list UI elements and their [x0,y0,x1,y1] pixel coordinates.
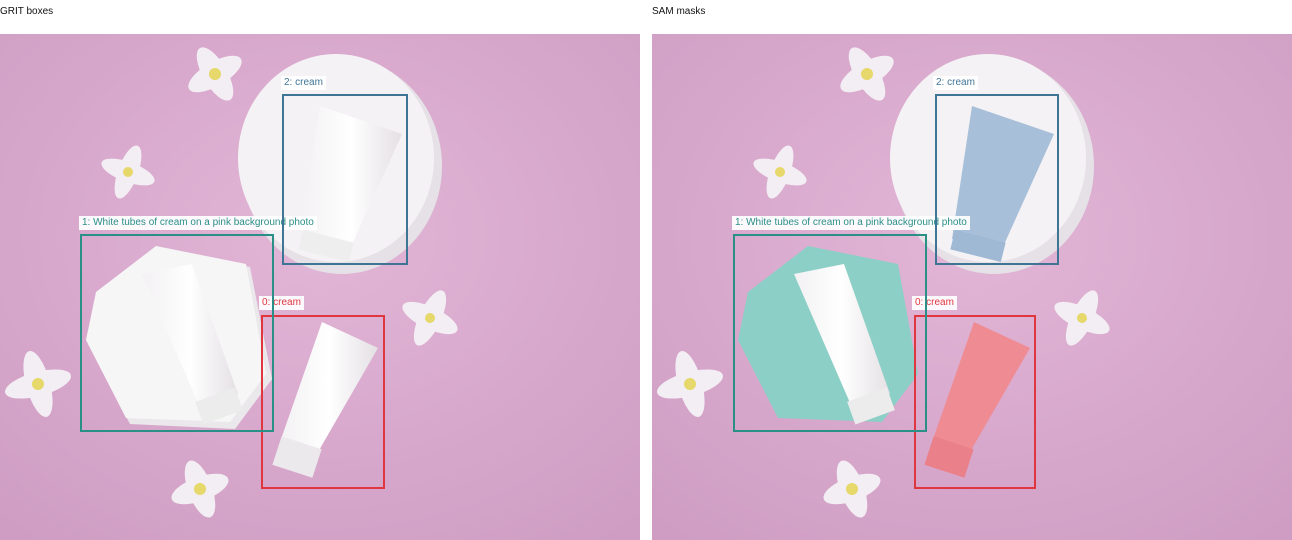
detection-box-2 [282,94,408,265]
detection-box-1 [80,234,274,432]
detection-box-2 [935,94,1059,265]
detection-box-1 [733,234,927,432]
detection-label-2: 2: cream [933,76,978,90]
panel-title-left: GRIT boxes [0,6,54,17]
detection-box-0 [261,315,385,489]
detection-box-0 [914,315,1036,489]
detection-label-2: 2: cream [281,76,326,90]
panel-title-right: SAM masks [652,6,706,17]
